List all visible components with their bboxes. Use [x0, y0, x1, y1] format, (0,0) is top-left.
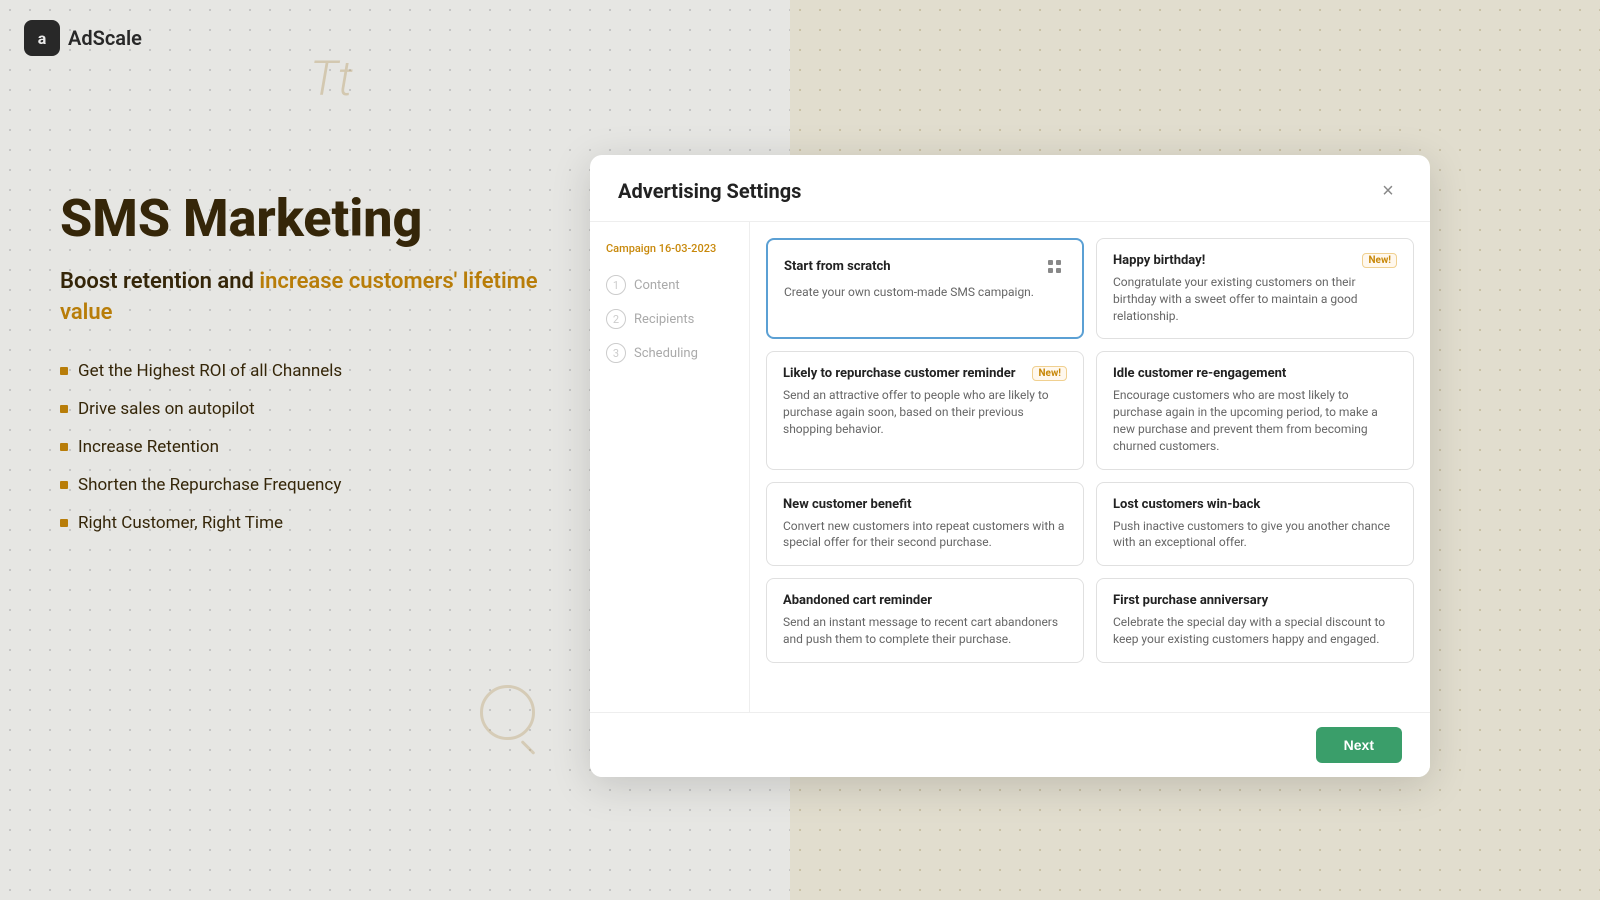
template-card-new-customer[interactable]: New customer benefit Convert new custome… — [766, 482, 1084, 567]
modal-title: Advertising Settings — [618, 179, 801, 203]
template-title: Likely to repurchase customer reminder — [783, 366, 1015, 381]
step-number: 2 — [606, 309, 626, 329]
template-card-abandoned-cart[interactable]: Abandoned cart reminder Send an instant … — [766, 578, 1084, 663]
template-card-header: Idle customer re-engagement — [1113, 366, 1397, 381]
step-number: 3 — [606, 343, 626, 363]
template-card-lost-customers[interactable]: Lost customers win-back Push inactive cu… — [1096, 482, 1414, 567]
template-title: Idle customer re-engagement — [1113, 366, 1286, 381]
modal-header: Advertising Settings × — [590, 155, 1430, 222]
template-description: Celebrate the special day with a special… — [1113, 614, 1397, 648]
step-number: 1 — [606, 275, 626, 295]
template-card-header: Abandoned cart reminder — [783, 593, 1067, 608]
template-description: Convert new customers into repeat custom… — [783, 518, 1067, 552]
template-title: First purchase anniversary — [1113, 593, 1268, 608]
new-badge: New! — [1032, 366, 1067, 381]
advertising-settings-modal: Advertising Settings × Campaign 16-03-20… — [590, 155, 1430, 777]
close-button[interactable]: × — [1374, 177, 1402, 205]
template-description: Encourage customers who are most likely … — [1113, 387, 1397, 454]
template-description: Create your own custom-made SMS campaign… — [784, 284, 1066, 301]
template-title: Lost customers win-back — [1113, 497, 1260, 512]
grid-dot — [1048, 268, 1053, 273]
template-description: Push inactive customers to give you anot… — [1113, 518, 1397, 552]
modal-body: Campaign 16-03-2023 1 Content 2 Recipien… — [590, 222, 1430, 712]
campaign-date: Campaign 16-03-2023 — [606, 242, 733, 255]
modal-footer: Next — [590, 712, 1430, 777]
template-card-likely-repurchase[interactable]: Likely to repurchase customer reminder N… — [766, 351, 1084, 469]
grid-icon — [1042, 254, 1066, 278]
new-badge: New! — [1362, 253, 1397, 268]
modal-sidebar: Campaign 16-03-2023 1 Content 2 Recipien… — [590, 222, 750, 712]
template-description: Send an attractive offer to people who a… — [783, 387, 1067, 437]
sidebar-steps: 1 Content 2 Recipients 3 Scheduling — [606, 275, 733, 363]
template-card-first-purchase[interactable]: First purchase anniversary Celebrate the… — [1096, 578, 1414, 663]
template-card-start-from-scratch[interactable]: Start from scratch Create your own custo… — [766, 238, 1084, 339]
step-label: Recipients — [634, 312, 694, 327]
template-card-header: New customer benefit — [783, 497, 1067, 512]
template-description: Send an instant message to recent cart a… — [783, 614, 1067, 648]
sidebar-step-recipients: 2 Recipients — [606, 309, 733, 329]
template-description: Congratulate your existing customers on … — [1113, 274, 1397, 324]
template-title: Abandoned cart reminder — [783, 593, 932, 608]
template-card-header: First purchase anniversary — [1113, 593, 1397, 608]
grid-dot — [1056, 268, 1061, 273]
template-card-header: Lost customers win-back — [1113, 497, 1397, 512]
sidebar-step-content: 1 Content — [606, 275, 733, 295]
step-label: Content — [634, 278, 680, 293]
grid-dot — [1056, 260, 1061, 265]
sidebar-step-scheduling: 3 Scheduling — [606, 343, 733, 363]
template-card-happy-birthday[interactable]: Happy birthday! New! Congratulate your e… — [1096, 238, 1414, 339]
template-title: Happy birthday! — [1113, 253, 1205, 268]
template-card-header: Start from scratch — [784, 254, 1066, 278]
template-title: New customer benefit — [783, 497, 912, 512]
template-card-idle-customer[interactable]: Idle customer re-engagement Encourage cu… — [1096, 351, 1414, 469]
template-grid: Start from scratch Create your own custo… — [750, 222, 1430, 712]
next-button[interactable]: Next — [1316, 727, 1402, 763]
template-card-header: Happy birthday! New! — [1113, 253, 1397, 268]
template-card-header: Likely to repurchase customer reminder N… — [783, 366, 1067, 381]
step-label: Scheduling — [634, 346, 698, 361]
grid-dot — [1048, 260, 1053, 265]
template-title: Start from scratch — [784, 259, 891, 274]
